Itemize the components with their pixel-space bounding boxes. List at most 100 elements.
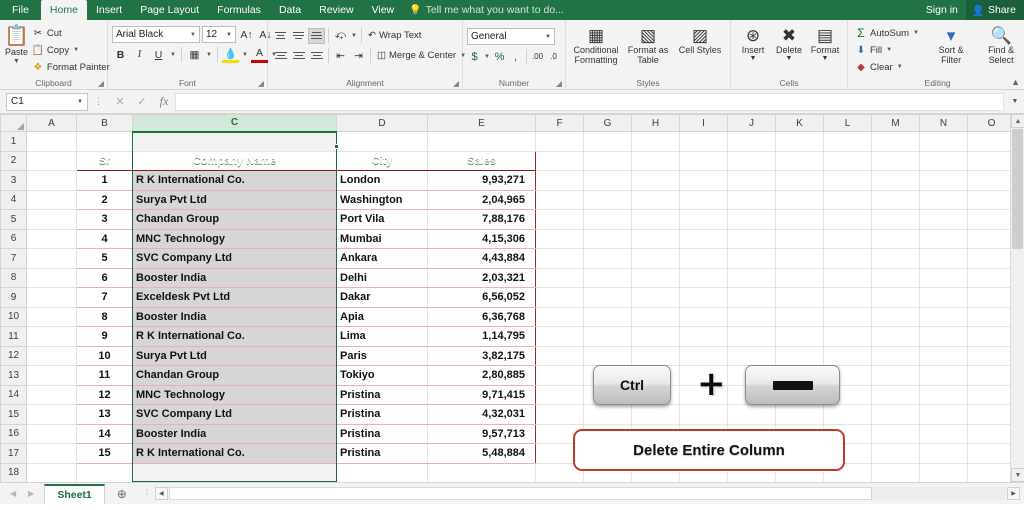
cell-A9[interactable] xyxy=(26,287,77,308)
chevron-down-icon[interactable]: ▼ xyxy=(350,33,358,39)
cell-K8[interactable] xyxy=(775,268,824,288)
increase-indent-icon[interactable]: ⇥ xyxy=(350,47,367,64)
cell-K10[interactable] xyxy=(775,307,824,327)
cell-M14[interactable] xyxy=(871,385,920,405)
row-header-2[interactable]: 2 xyxy=(0,150,27,171)
cell-A15[interactable] xyxy=(26,404,77,425)
column-header-b[interactable]: B xyxy=(76,114,133,132)
column-header-l[interactable]: L xyxy=(823,114,872,132)
horizontal-scroll-thumb[interactable] xyxy=(168,487,873,500)
cell-H9[interactable] xyxy=(631,287,680,308)
cell-H4[interactable] xyxy=(631,190,680,210)
cell-A5[interactable] xyxy=(26,209,77,230)
cell-B2[interactable]: Sr xyxy=(76,150,133,171)
decrease-decimal-icon[interactable]: .0 xyxy=(546,52,561,61)
row-header-6[interactable]: 6 xyxy=(0,228,27,249)
cell-H6[interactable] xyxy=(631,229,680,249)
clipboard-dialog-launcher[interactable]: ◢ xyxy=(98,79,104,88)
cell-A10[interactable] xyxy=(26,307,77,327)
cell-C17[interactable]: R K International Co. xyxy=(132,443,337,464)
currency-icon[interactable]: $ xyxy=(467,51,482,63)
percent-icon[interactable]: % xyxy=(492,51,507,63)
cell-M12[interactable] xyxy=(871,346,920,366)
cell-B10[interactable]: 8 xyxy=(76,307,133,327)
decrease-indent-icon[interactable]: ⇤ xyxy=(332,47,349,64)
cell-B5[interactable]: 3 xyxy=(76,209,133,230)
column-header-g[interactable]: G xyxy=(583,114,632,132)
cell-B11[interactable]: 9 xyxy=(76,326,133,347)
cell-D14[interactable]: Pristina xyxy=(336,385,428,405)
cell-B4[interactable]: 2 xyxy=(76,190,133,210)
cell-D13[interactable]: Tokiyo xyxy=(336,365,428,386)
cell-O2[interactable] xyxy=(967,151,1016,171)
row-header-5[interactable]: 5 xyxy=(0,209,27,230)
cell-C8[interactable]: Booster India xyxy=(132,268,337,288)
cell-A11[interactable] xyxy=(26,326,77,347)
cell-B3[interactable]: 1 xyxy=(76,170,133,191)
cell-F6[interactable] xyxy=(535,229,584,249)
cell-A14[interactable] xyxy=(26,385,77,405)
cell-H10[interactable] xyxy=(631,307,680,327)
cell-O10[interactable] xyxy=(967,307,1016,327)
cell-N15[interactable] xyxy=(919,404,968,425)
cell-O3[interactable] xyxy=(967,170,1016,191)
cell-N7[interactable] xyxy=(919,248,968,269)
merge-center-button[interactable]: ◫ Merge & Center ▼ xyxy=(374,47,470,64)
next-sheet-icon[interactable]: ▶ xyxy=(28,489,34,498)
cell-C15[interactable]: SVC Company Ltd xyxy=(132,404,337,425)
column-header-i[interactable]: I xyxy=(679,114,728,132)
cell-J7[interactable] xyxy=(727,248,776,269)
cell-E13[interactable]: 2,80,885 xyxy=(427,365,536,386)
cell-G7[interactable] xyxy=(583,248,632,269)
cell-H3[interactable] xyxy=(631,170,680,191)
font-dialog-launcher[interactable]: ◢ xyxy=(258,79,264,88)
cell-L3[interactable] xyxy=(823,170,872,191)
autosum-button[interactable]: Σ AutoSum ▼ xyxy=(852,25,923,41)
font-name-combo[interactable]: Arial Black ▼ xyxy=(112,26,200,43)
cell-B7[interactable]: 5 xyxy=(76,248,133,269)
chevron-up-icon[interactable]: ▲ xyxy=(1011,77,1020,87)
cell-A6[interactable] xyxy=(26,229,77,249)
cell-D6[interactable]: Mumbai xyxy=(336,229,428,249)
cell-M10[interactable] xyxy=(871,307,920,327)
cell-N1[interactable] xyxy=(919,131,968,152)
cell-F12[interactable] xyxy=(535,346,584,366)
cell-E2[interactable]: Sales xyxy=(427,150,536,171)
cell-H11[interactable] xyxy=(631,326,680,347)
cell-D1[interactable] xyxy=(336,131,428,152)
cell-D7[interactable]: Ankara xyxy=(336,248,428,269)
cell-F14[interactable] xyxy=(535,385,584,405)
cell-I2[interactable] xyxy=(679,151,728,171)
fill-button[interactable]: ⬇ Fill ▼ xyxy=(852,42,923,58)
cell-J12[interactable] xyxy=(727,346,776,366)
row-header-18[interactable]: 18 xyxy=(0,462,27,482)
cell-J4[interactable] xyxy=(727,190,776,210)
cell-O7[interactable] xyxy=(967,248,1016,269)
vertical-scroll-thumb[interactable] xyxy=(1012,129,1023,249)
cell-F13[interactable] xyxy=(535,365,584,386)
cell-F2[interactable] xyxy=(535,151,584,171)
insert-cells-button[interactable]: ⊛ Insert ▼ xyxy=(735,25,771,62)
cell-L5[interactable] xyxy=(823,209,872,230)
cell-N5[interactable] xyxy=(919,209,968,230)
prev-sheet-icon[interactable]: ◀ xyxy=(10,489,16,498)
cell-J3[interactable] xyxy=(727,170,776,191)
cell-O9[interactable] xyxy=(967,287,1016,308)
check-icon[interactable]: ✓ xyxy=(131,95,153,108)
cell-M7[interactable] xyxy=(871,248,920,269)
cell-L2[interactable] xyxy=(823,151,872,171)
cell-I1[interactable] xyxy=(679,131,728,152)
align-middle-button[interactable] xyxy=(290,28,307,44)
cell-A8[interactable] xyxy=(26,268,77,288)
cell-C9[interactable]: Exceldesk Pvt Ltd xyxy=(132,287,337,308)
cell-C5[interactable]: Chandan Group xyxy=(132,209,337,230)
scroll-up-icon[interactable]: ▲ xyxy=(1011,114,1024,128)
row-header-15[interactable]: 15 xyxy=(0,404,27,425)
cell-A7[interactable] xyxy=(26,248,77,269)
cell-A2[interactable] xyxy=(26,151,77,171)
row-header-1[interactable]: 1 xyxy=(0,131,27,152)
cell-styles-button[interactable]: ▨ Cell Styles xyxy=(674,25,726,55)
cell-G11[interactable] xyxy=(583,326,632,347)
row-header-11[interactable]: 11 xyxy=(0,326,27,347)
tab-file[interactable]: File xyxy=(0,0,41,20)
